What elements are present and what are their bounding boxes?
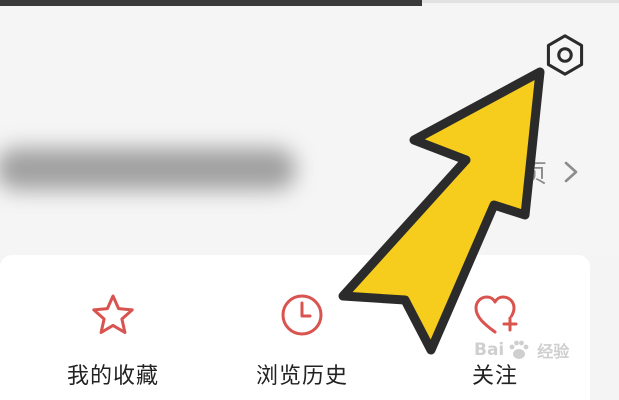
watermark-brand-a: Bai xyxy=(474,340,505,360)
side-margin xyxy=(590,256,619,400)
favorites-button[interactable]: 我的收藏 xyxy=(28,290,198,390)
quick-actions-card: 我的收藏 浏览历史 关注 xyxy=(0,255,590,400)
paw-icon xyxy=(509,340,529,359)
homepage-link[interactable]: 页 xyxy=(522,150,579,194)
watermark-logo: Bai 经验 xyxy=(474,338,569,362)
profile-header xyxy=(0,6,619,256)
history-button[interactable]: 浏览历史 xyxy=(217,290,387,390)
favorites-label: 我的收藏 xyxy=(66,364,159,389)
blurred-username xyxy=(0,148,296,190)
follow-label: 关注 xyxy=(471,364,518,389)
status-bar-right xyxy=(422,0,619,3)
heart-plus-icon xyxy=(474,295,518,334)
chevron-right-icon xyxy=(564,161,578,183)
star-icon xyxy=(92,294,134,334)
clock-icon xyxy=(281,294,323,336)
history-label: 浏览历史 xyxy=(255,364,348,389)
homepage-link-label: 页 xyxy=(522,159,548,188)
watermark-brand-b: 经验 xyxy=(537,342,570,361)
gear-icon[interactable] xyxy=(542,32,588,78)
